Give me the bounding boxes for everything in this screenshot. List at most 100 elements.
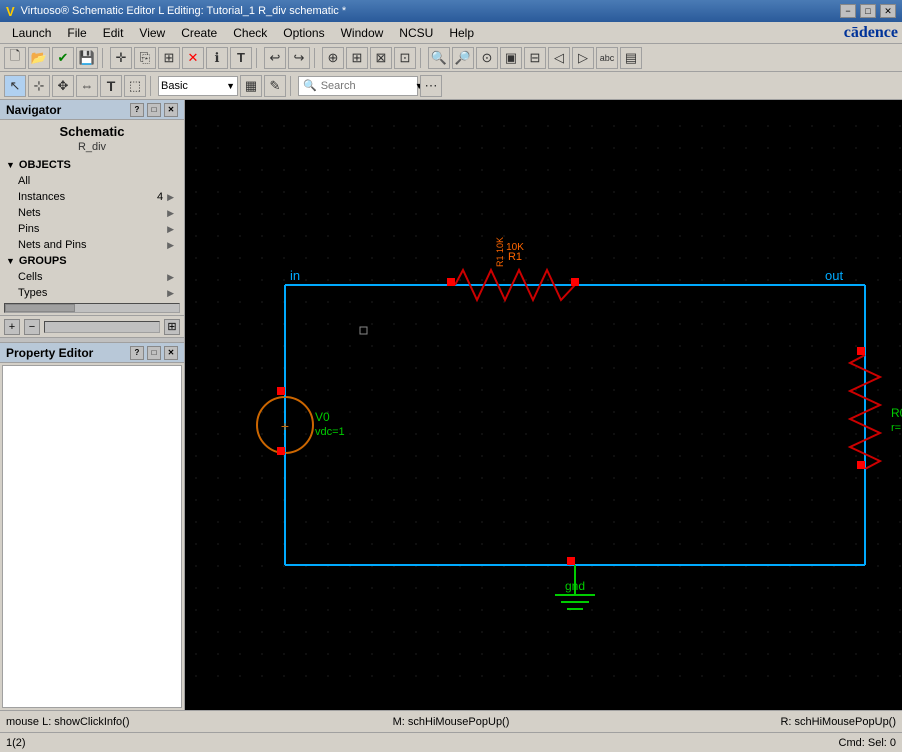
redo-button[interactable]: ↪ (288, 47, 310, 69)
groups-section[interactable]: GROUPS (0, 253, 184, 269)
sep2 (256, 48, 260, 68)
search-options-btn[interactable]: ⋯ (420, 75, 442, 97)
mode-select-arrow: ▼ (226, 81, 235, 91)
svg-text:+: + (281, 418, 289, 434)
svg-text:R0: R0 (891, 406, 902, 420)
prop-close-icon[interactable]: ✕ (164, 346, 178, 360)
copy-button[interactable]: ⎘ (134, 47, 156, 69)
stretch-btn[interactable]: ⇔ (76, 75, 98, 97)
new-button[interactable]: 🗋 (4, 47, 26, 69)
label-button[interactable]: abc (596, 47, 618, 69)
status-left: mouse L: showClickInfo() (6, 716, 303, 728)
zoom-fit-button[interactable]: ⊙ (476, 47, 498, 69)
cells-arrow: ▶ (167, 272, 174, 283)
navigator-header: Navigator ? □ ✕ (0, 100, 184, 120)
add-btn4[interactable]: ⊡ (394, 47, 416, 69)
mode-select[interactable]: Basic ▼ (158, 76, 238, 96)
deselect-btn[interactable]: ⬚ (124, 75, 146, 97)
navigator-panel: Navigator ? □ ✕ Schematic R_div OBJECTS … (0, 100, 184, 337)
text-button[interactable]: T (230, 47, 252, 69)
move-btn[interactable]: ✥ (52, 75, 74, 97)
pointer-btn[interactable]: ⊹ (28, 75, 50, 97)
nav-item-all[interactable]: All (0, 173, 184, 189)
main-area: Navigator ? □ ✕ Schematic R_div OBJECTS … (0, 100, 902, 710)
undo-button[interactable]: ↩ (264, 47, 286, 69)
mirror-button[interactable]: ⊞ (158, 47, 180, 69)
nav-add-btn[interactable]: + (4, 319, 20, 335)
nav-item-nets[interactable]: Nets ▶ (0, 205, 184, 221)
property-editor-title: Property Editor (6, 346, 93, 360)
navigator-close-icon[interactable]: ✕ (164, 103, 178, 117)
types-arrow: ▶ (167, 288, 174, 299)
prop-help-icon[interactable]: ? (130, 346, 144, 360)
zoom-box-button[interactable]: ▣ (500, 47, 522, 69)
minimize-button[interactable]: − (840, 4, 856, 18)
nav-remove-btn[interactable]: − (24, 319, 40, 335)
navigator-header-icons: ? □ ✕ (130, 103, 178, 117)
schematic-svg: R1 10K R1 10K + V0 vdc=1 (185, 100, 902, 710)
save2-button[interactable]: 💾 (76, 47, 98, 69)
status-right: R: schHiMousePopUp() (599, 716, 896, 728)
nav-prev-button[interactable]: ◁ (548, 47, 570, 69)
add-btn2[interactable]: ⊞ (346, 47, 368, 69)
menu-ncsu[interactable]: NCSU (391, 24, 441, 42)
pan-button[interactable]: ⊟ (524, 47, 546, 69)
menu-check[interactable]: Check (225, 24, 275, 42)
nav-item-types[interactable]: Types ▶ (0, 285, 184, 301)
app-icon: V (6, 4, 15, 19)
menu-help[interactable]: Help (441, 24, 482, 42)
nav-item-instances[interactable]: Instances 4 ▶ (0, 189, 184, 205)
search-box[interactable]: 🔍 ▼ (298, 76, 418, 96)
open-button[interactable]: 📂 (28, 47, 50, 69)
window-title: Virtuoso® Schematic Editor L Editing: Tu… (21, 5, 346, 17)
check-button[interactable]: ▤ (620, 47, 642, 69)
pins-arrow: ▶ (167, 224, 174, 235)
svg-text:in: in (290, 268, 300, 283)
nav-next-button[interactable]: ▷ (572, 47, 594, 69)
navigator-help-icon[interactable]: ? (130, 103, 144, 117)
menu-options[interactable]: Options (275, 24, 332, 42)
window-controls: − □ ✕ (840, 4, 896, 18)
prop-settings-icon[interactable]: □ (147, 346, 161, 360)
menu-launch[interactable]: Launch (4, 24, 59, 42)
zoom-in-button[interactable]: 🔍 (428, 47, 450, 69)
nav-item-pins[interactable]: Pins ▶ (0, 221, 184, 237)
menu-create[interactable]: Create (173, 24, 225, 42)
navigator-settings-icon[interactable]: □ (147, 103, 161, 117)
svg-text:10K: 10K (506, 242, 524, 253)
nav-item-nap-label: Nets and Pins (18, 239, 86, 251)
menu-edit[interactable]: Edit (95, 24, 132, 42)
select-btn[interactable]: ↖ (4, 75, 26, 97)
objects-section[interactable]: OBJECTS (0, 157, 184, 173)
nav-item-nets-and-pins[interactable]: Nets and Pins ▶ (0, 237, 184, 253)
add-btn1[interactable]: ⊕ (322, 47, 344, 69)
save-button[interactable]: ✔ (52, 47, 74, 69)
nav-item-types-label: Types (18, 287, 47, 299)
maximize-button[interactable]: □ (860, 4, 876, 18)
nav-item-cells-label: Cells (18, 271, 42, 283)
navigator-scrollbar[interactable] (4, 303, 180, 313)
sep1 (102, 48, 106, 68)
move-button[interactable]: ✛ (110, 47, 132, 69)
title-bar: V Virtuoso® Schematic Editor L Editing: … (0, 0, 902, 22)
svg-text:V0: V0 (315, 410, 330, 424)
menu-window[interactable]: Window (333, 24, 392, 42)
delete-button[interactable]: ✕ (182, 47, 204, 69)
title-text: V Virtuoso® Schematic Editor L Editing: … (6, 4, 346, 19)
navigator-scroll-thumb[interactable] (5, 304, 75, 312)
navigator-title: Navigator (6, 103, 61, 117)
search-input[interactable] (321, 80, 411, 92)
nav-item-cells[interactable]: Cells ▶ (0, 269, 184, 285)
edit-btn[interactable]: ✎ (264, 75, 286, 97)
prop-btn[interactable]: ▦ (240, 75, 262, 97)
text-edit-btn[interactable]: T (100, 75, 122, 97)
menu-view[interactable]: View (131, 24, 173, 42)
zoom-out-button[interactable]: 🔎 (452, 47, 474, 69)
schematic-canvas[interactable]: R1 10K R1 10K + V0 vdc=1 (185, 100, 902, 710)
nav-h-scrollbar[interactable] (44, 321, 160, 333)
menu-file[interactable]: File (59, 24, 94, 42)
close-button[interactable]: ✕ (880, 4, 896, 18)
info-button[interactable]: ℹ (206, 47, 228, 69)
add-btn3[interactable]: ⊠ (370, 47, 392, 69)
nav-expand-btn[interactable]: ⊞ (164, 319, 180, 335)
